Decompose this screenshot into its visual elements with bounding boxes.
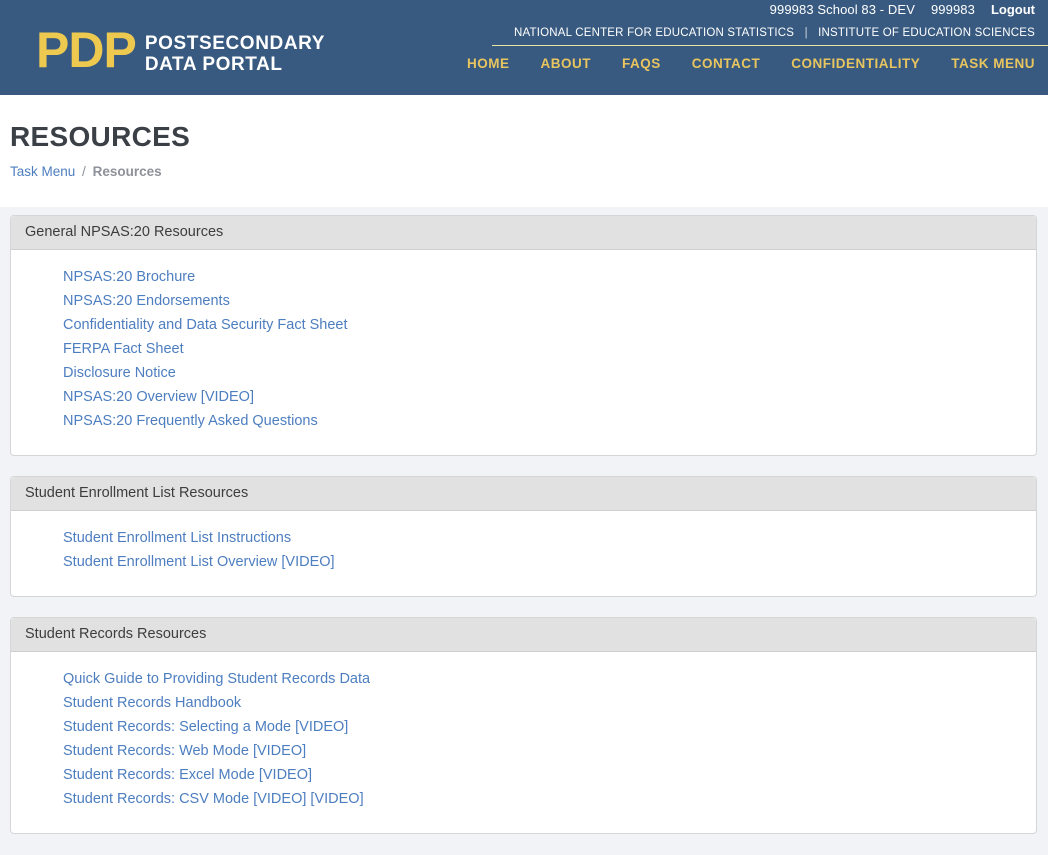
panel-title: Student Records Resources	[11, 618, 1036, 652]
resource-link[interactable]: Student Enrollment List Overview [VIDEO]	[63, 550, 1022, 574]
main-content: RESOURCES Task Menu / Resources General …	[0, 121, 1048, 855]
logo-wordmark: POSTSECONDARY DATA PORTAL	[145, 29, 325, 75]
resource-link[interactable]: Student Records: Web Mode [VIDEO]	[63, 739, 1022, 763]
school-label: 999983 School 83 - DEV	[769, 2, 915, 17]
breadcrumb-task-menu[interactable]: Task Menu	[10, 164, 75, 179]
org-ies: INSTITUTE OF EDUCATION SCIENCES	[818, 27, 1035, 39]
org-nces: NATIONAL CENTER FOR EDUCATION STATISTICS	[513, 27, 795, 39]
resource-link[interactable]: Student Records: Excel Mode [VIDEO]	[63, 763, 1022, 787]
resource-link[interactable]: NPSAS:20 Overview [VIDEO]	[63, 385, 1022, 409]
resources-section: General NPSAS:20 Resources NPSAS:20 Broc…	[0, 207, 1048, 855]
panel-general-npsas: General NPSAS:20 Resources NPSAS:20 Broc…	[10, 215, 1037, 456]
logo-line2: DATA PORTAL	[144, 54, 283, 75]
logout-link[interactable]: Logout	[991, 2, 1035, 17]
school-id: 999983	[930, 2, 975, 17]
breadcrumb-separator: /	[82, 164, 86, 179]
site-header: 999983 School 83 - DEV 999983 Logout PDP…	[0, 0, 1048, 95]
main-nav: HOME ABOUT FAQS CONTACT CONFIDENTIALITY …	[467, 46, 1048, 71]
resource-link[interactable]: Student Records: CSV Mode [VIDEO] [VIDEO…	[63, 787, 1022, 811]
org-divider: |	[804, 27, 808, 39]
resource-link[interactable]: NPSAS:20 Frequently Asked Questions	[63, 409, 1022, 433]
panel-title: General NPSAS:20 Resources	[11, 216, 1036, 250]
nav-home[interactable]: HOME	[467, 56, 510, 71]
nav-faqs[interactable]: FAQS	[622, 56, 661, 71]
pdp-logo[interactable]: PDP POSTSECONDARY DATA PORTAL	[36, 22, 325, 78]
panel-enrollment-list: Student Enrollment List Resources Studen…	[10, 476, 1037, 597]
resource-link[interactable]: Disclosure Notice	[63, 361, 1022, 385]
panel-title: Student Enrollment List Resources	[11, 477, 1036, 511]
resource-link[interactable]: NPSAS:20 Endorsements	[63, 289, 1022, 313]
resource-link[interactable]: Student Records Handbook	[63, 691, 1022, 715]
resource-link[interactable]: Student Enrollment List Instructions	[63, 526, 1022, 550]
nav-task-menu[interactable]: TASK MENU	[951, 56, 1035, 71]
resource-link[interactable]: NPSAS:20 Brochure	[63, 265, 1022, 289]
panel-student-records: Student Records Resources Quick Guide to…	[10, 617, 1037, 834]
breadcrumb: Task Menu / Resources	[10, 164, 1048, 179]
logo-line1: POSTSECONDARY	[144, 33, 326, 54]
nav-contact[interactable]: CONTACT	[692, 56, 761, 71]
org-line: NATIONAL CENTER FOR EDUCATION STATISTICS…	[492, 27, 1048, 46]
resource-link[interactable]: Quick Guide to Providing Student Records…	[63, 667, 1022, 691]
nav-confidentiality[interactable]: CONFIDENTIALITY	[791, 56, 920, 71]
account-bar: 999983 School 83 - DEV 999983 Logout	[770, 1, 1035, 18]
page-title: RESOURCES	[10, 121, 191, 152]
logo-acronym: PDP	[36, 22, 137, 78]
header-nav-area: NATIONAL CENTER FOR EDUCATION STATISTICS…	[467, 27, 1048, 71]
panel-links: Student Enrollment List Instructions Stu…	[11, 511, 1036, 596]
breadcrumb-current: Resources	[92, 164, 162, 179]
resource-link[interactable]: FERPA Fact Sheet	[63, 337, 1022, 361]
nav-about[interactable]: ABOUT	[540, 56, 591, 71]
resource-link[interactable]: Student Records: Selecting a Mode [VIDEO…	[63, 715, 1022, 739]
panel-links: Quick Guide to Providing Student Records…	[11, 652, 1036, 833]
panel-links: NPSAS:20 Brochure NPSAS:20 Endorsements …	[11, 250, 1036, 455]
resource-link[interactable]: Confidentiality and Data Security Fact S…	[63, 313, 1022, 337]
